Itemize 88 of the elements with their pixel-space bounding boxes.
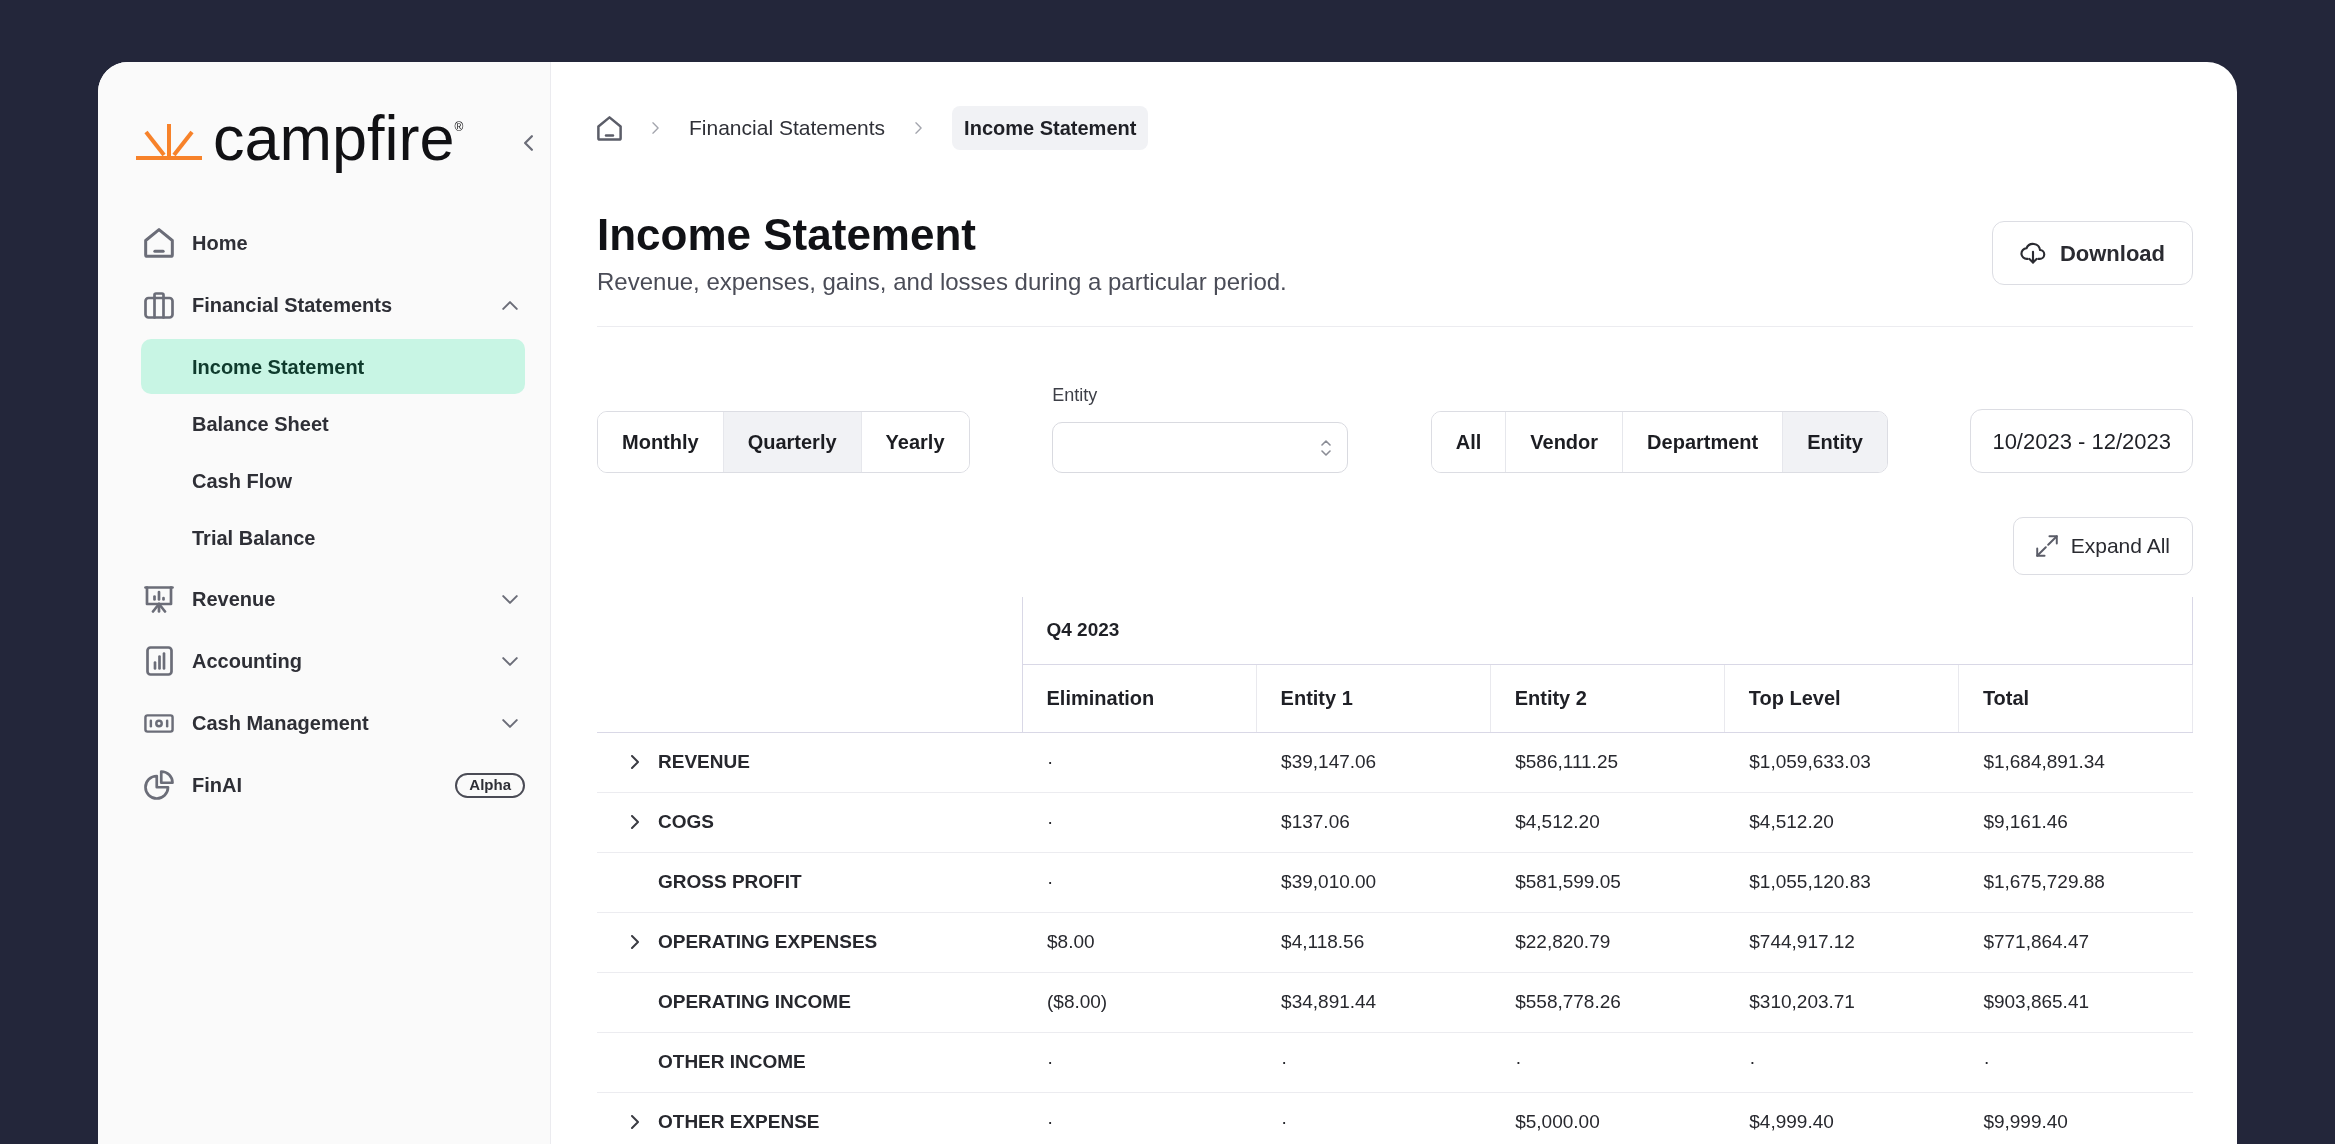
nav-subitem[interactable]: Balance Sheet	[141, 396, 525, 451]
table-cell: $5,000.00	[1490, 1092, 1725, 1144]
chevron-right-icon[interactable]	[631, 1115, 639, 1129]
column-header: Top Level	[1724, 664, 1959, 732]
row-label: OTHER INCOME	[658, 1049, 806, 1074]
chevron-right-icon[interactable]	[631, 815, 639, 829]
presentation-board-icon	[144, 585, 174, 613]
table-cell: ·	[1724, 1032, 1959, 1092]
table-cell: $137.06	[1256, 792, 1491, 852]
column-header: Elimination	[1022, 664, 1257, 732]
pie-chart-icon	[144, 770, 174, 800]
page-subtitle: Revenue, expenses, gains, and losses during a particular period.	[597, 267, 1287, 297]
table-cell: $8.00	[1022, 912, 1257, 972]
nav-item[interactable]: Revenue	[141, 568, 525, 630]
cloud-download-icon	[2019, 242, 2046, 264]
table-cell: $39,147.06	[1256, 732, 1491, 792]
sun-logo-icon	[136, 124, 202, 160]
table-cell: $34,891.44	[1256, 972, 1491, 1032]
table-cell: ·	[1022, 1032, 1257, 1092]
table-cell: $558,778.26	[1490, 972, 1725, 1032]
field-label: Entity	[1052, 384, 1099, 407]
nav-subitem[interactable]: Income Statement	[141, 339, 525, 394]
table-cell: $4,999.40	[1724, 1092, 1959, 1144]
banknote-icon	[144, 713, 174, 733]
table-cell: ·	[1022, 732, 1257, 792]
chevron-up-down-icon	[1321, 439, 1332, 456]
nav-subitem[interactable]: Trial Balance	[141, 510, 525, 565]
chevron-right-icon	[915, 122, 923, 134]
segment-tab[interactable]: Quarterly	[722, 412, 861, 472]
table-cell: ·	[1958, 1032, 2193, 1092]
row-label: OPERATING INCOME	[658, 989, 851, 1014]
breadcrumb-current[interactable]: Income Statement	[952, 106, 1149, 150]
table-cell: ·	[1022, 852, 1257, 912]
table-cell: ·	[1490, 1032, 1725, 1092]
table-cell: $586,111.25	[1490, 732, 1725, 792]
table-cell: $771,864.47	[1958, 912, 2193, 972]
table-cell: $1,055,120.83	[1724, 852, 1959, 912]
table-cell: $4,512.20	[1724, 792, 1959, 852]
chevron-right-icon[interactable]	[631, 755, 639, 769]
table-cell: $903,865.41	[1958, 972, 2193, 1032]
table-cell: $4,118.56	[1256, 912, 1491, 972]
nav-item[interactable]: Accounting	[141, 630, 525, 692]
table-cell: $9,161.46	[1958, 792, 2193, 852]
column-group-header: Q4 2023	[1022, 597, 2193, 664]
row-label: REVENUE	[658, 749, 750, 774]
page-title: Income Statement	[597, 209, 977, 261]
table-cell: $310,203.71	[1724, 972, 1959, 1032]
table-cell: $1,059,633.03	[1724, 732, 1959, 792]
breadcrumb-link[interactable]: Financial Statements	[689, 112, 886, 144]
segment-tab[interactable]: Yearly	[860, 412, 969, 472]
download-button[interactable]: Download	[1991, 221, 2193, 285]
home-icon	[144, 228, 174, 258]
table-cell: $22,820.79	[1490, 912, 1725, 972]
table-cell: ·	[1022, 792, 1257, 852]
row-label: OPERATING EXPENSES	[658, 929, 878, 954]
table-cell: $4,512.20	[1490, 792, 1725, 852]
nav-item[interactable]: FinAI Alpha	[141, 754, 525, 816]
bar-chart-icon	[145, 646, 173, 676]
nav-item[interactable]: Cash Management	[141, 692, 525, 754]
home-icon[interactable]	[597, 115, 622, 141]
table-cell: $1,684,891.34	[1958, 732, 2193, 792]
expand-all-button[interactable]: Expand All	[2012, 517, 2193, 575]
chevron-right-icon	[652, 122, 659, 134]
row-label: COGS	[658, 809, 714, 834]
segment-tab[interactable]: Entity	[1782, 412, 1887, 472]
table-cell: ·	[1256, 1032, 1491, 1092]
column-header: Entity 1	[1256, 664, 1491, 732]
row-label: OTHER EXPENSE	[658, 1109, 820, 1134]
stage-badge: Alpha	[455, 772, 525, 798]
briefcase-icon	[144, 291, 174, 319]
chevron-right-icon[interactable]	[631, 935, 639, 949]
nav-item[interactable]: Home	[141, 212, 525, 274]
row-label: GROSS PROFIT	[658, 869, 802, 894]
date-range-button[interactable]: 10/2023 - 12/2023	[1970, 409, 2193, 473]
expand-arrows-icon	[2035, 535, 2058, 557]
column-header: Entity 2	[1490, 664, 1725, 732]
table-cell: $581,599.05	[1490, 852, 1725, 912]
chevron-left-icon[interactable]	[524, 134, 533, 151]
table-cell: ·	[1022, 1092, 1257, 1144]
table-cell: $9,999.40	[1958, 1092, 2193, 1144]
table-cell: ($8.00)	[1022, 972, 1257, 1032]
nav-subitem[interactable]: Cash Flow	[141, 453, 525, 508]
nav-item[interactable]: Financial Statements	[141, 274, 525, 336]
column-header: Total	[1958, 664, 2193, 732]
table-cell: $1,675,729.88	[1958, 852, 2193, 912]
table-cell: ·	[1256, 1092, 1491, 1144]
table-cell: $744,917.12	[1724, 912, 1959, 972]
table-cell: $39,010.00	[1256, 852, 1491, 912]
